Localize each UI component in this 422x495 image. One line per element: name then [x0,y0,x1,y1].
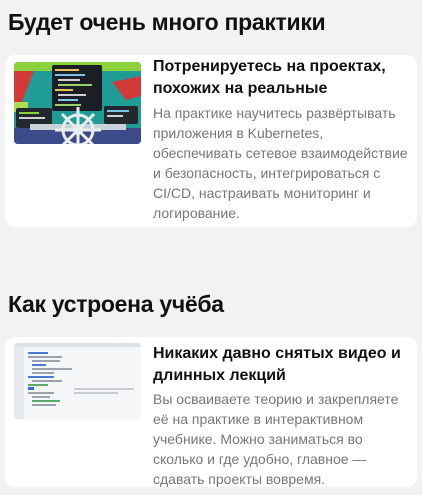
code-editor-screenshot-icon [14,343,141,419]
section-title-practice: Будет очень много практики [8,9,326,35]
practice-card: Потренируетесь на проектах, похожих на р… [5,55,417,227]
learning-card-title: Никаких давно снятых видео и длинных лек… [153,345,401,384]
practice-card-title: Потренируетесь на проектах, похожих на р… [153,58,386,97]
learning-card: Никаких давно снятых видео и длинных лек… [5,337,417,487]
section-title-learning: Как устроена учёба [8,291,224,317]
ship-helm-illustration-icon [14,62,141,144]
learning-card-description: Вы осваиваете теорию и закрепляете её на… [153,391,399,487]
practice-card-description: На практике научитесь развёртывать прило… [153,105,408,221]
